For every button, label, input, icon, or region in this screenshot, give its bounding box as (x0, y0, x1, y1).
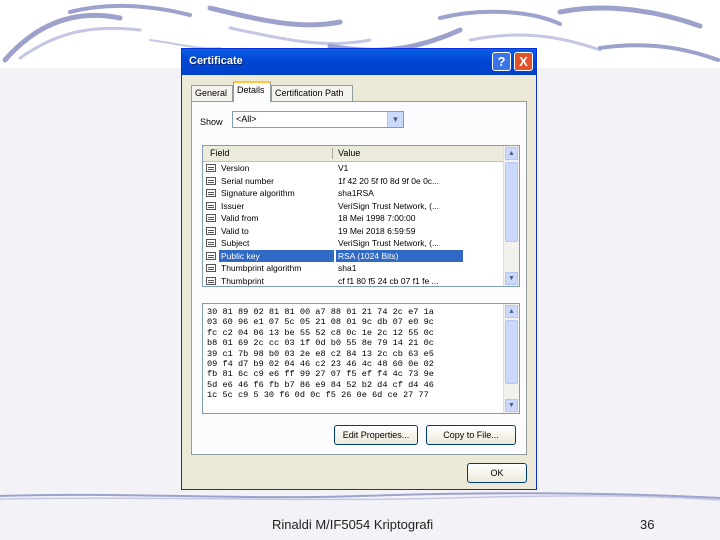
column-header-field[interactable]: Field (210, 147, 330, 160)
field-name: Subject (221, 238, 250, 248)
field-value: RSA (1024 Bits) (336, 249, 463, 262)
list-item[interactable]: Thumbprint cf f1 80 f5 24 cb 07 f1 fe ..… (203, 275, 505, 287)
list-item[interactable]: Issuer VeriSign Trust Network, (... (203, 200, 505, 213)
field-value: 18 Mei 1998 7:00:00 (338, 213, 416, 223)
help-button[interactable]: ? (492, 52, 511, 71)
list-item[interactable]: Valid from 18 Mei 1998 7:00:00 (203, 212, 505, 225)
list-item-selected[interactable]: Public key RSA (1024 Bits) (203, 249, 505, 262)
field-value: VeriSign Trust Network, (... (338, 238, 440, 248)
certificate-field-icon (206, 201, 216, 210)
close-icon: X (519, 54, 528, 69)
column-divider[interactable] (332, 148, 333, 159)
detail-scrollbar[interactable]: ▲ ▼ (503, 304, 519, 413)
hex-line: fc c2 04 06 13 be 55 52 c8 0c 1e 2c 12 5… (207, 327, 434, 338)
close-button[interactable]: X (514, 52, 533, 71)
hex-dump: 30 81 89 02 81 81 00 a7 88 01 21 74 2c e… (207, 307, 434, 401)
certificate-field-icon (206, 226, 216, 235)
hex-line: 03 60 96 e1 07 5c 05 21 08 01 9c db 07 e… (207, 317, 434, 328)
hex-line: b8 01 69 2c cc 03 1f 0d b0 55 8e 79 14 2… (207, 338, 434, 349)
properties-field-icon (206, 264, 216, 272)
field-name: Valid to (221, 225, 249, 236)
copy-to-file-button[interactable]: Copy to File... (426, 425, 516, 445)
field-value: VeriSign Trust Network, (... (338, 200, 440, 211)
chevron-down-icon[interactable]: ▼ (387, 112, 403, 127)
field-list[interactable]: Field Value Version V1 Serial number 1f … (202, 145, 520, 287)
field-name: Serial number (221, 175, 274, 186)
bottom-wave-rule (0, 492, 720, 501)
show-dropdown-value: <All> (236, 114, 257, 124)
certificate-field-icon (206, 164, 216, 172)
scroll-down-icon[interactable]: ▼ (505, 272, 518, 285)
tab-certification-path[interactable]: Certification Path (271, 85, 353, 101)
certificate-field-icon (206, 239, 216, 247)
list-item[interactable]: Serial number 1f 42 20 5f f0 8d 9f 0e 0c… (203, 175, 505, 188)
list-rows: Version V1 Serial number 1f 42 20 5f f0 … (203, 162, 505, 287)
scroll-thumb[interactable] (505, 162, 518, 242)
hex-line: 30 81 89 02 81 81 00 a7 88 01 21 74 2c e… (207, 307, 434, 317)
field-value: V1 (338, 163, 349, 173)
title-bar[interactable]: Certificate ? X (182, 49, 536, 75)
hex-line: 39 c1 7b 98 b0 03 2e e8 c2 84 13 2c cb 6… (207, 348, 434, 359)
ok-button[interactable]: OK (467, 463, 527, 483)
certificate-field-icon (206, 251, 216, 260)
field-name: Issuer (221, 200, 245, 211)
tab-details[interactable]: Details (233, 81, 271, 102)
scroll-down-icon[interactable]: ▼ (505, 399, 518, 412)
hex-line: fb 81 6c c9 e6 ff 99 27 07 f5 ef f4 4c 7… (207, 369, 434, 380)
field-value: 19 Mei 2018 6:59:59 (338, 225, 416, 236)
scroll-up-icon[interactable]: ▲ (505, 147, 518, 160)
field-name: Version (221, 163, 250, 173)
field-name: Public key (219, 249, 334, 262)
field-name: Thumbprint algorithm (221, 263, 302, 273)
field-name: Signature algorithm (221, 188, 295, 198)
list-item[interactable]: Valid to 19 Mei 2018 6:59:59 (203, 225, 505, 238)
page-number: 36 (640, 517, 655, 532)
certificate-field-icon (206, 189, 216, 197)
field-detail-textbox[interactable]: 30 81 89 02 81 81 00 a7 88 01 21 74 2c e… (202, 303, 520, 414)
field-name: Valid from (221, 213, 259, 223)
list-item[interactable]: Signature algorithm sha1RSA (203, 187, 505, 200)
list-item[interactable]: Subject VeriSign Trust Network, (... (203, 237, 505, 250)
tab-general[interactable]: General (191, 85, 233, 101)
certificate-field-icon (206, 176, 216, 185)
field-value: sha1RSA (338, 188, 374, 198)
field-name: Thumbprint (221, 275, 264, 286)
certificate-dialog: Certificate ? X General Details Certific… (181, 48, 537, 490)
slide-footer: Rinaldi M/IF5054 Kriptografi (272, 517, 434, 532)
field-value: cf f1 80 f5 24 cb 07 f1 fe ... (338, 275, 439, 286)
list-item[interactable]: Thumbprint algorithm sha1 (203, 262, 505, 275)
field-value: 1f 42 20 5f f0 8d 9f 0e 0c... (338, 175, 440, 186)
edit-properties-button[interactable]: Edit Properties... (334, 425, 418, 445)
field-value: sha1 (338, 263, 357, 273)
certificate-field-icon (206, 214, 216, 222)
hex-line: 1c 5c c9 5 30 f6 0d 0c f5 26 0e 6d ce 27… (207, 390, 429, 401)
hex-line: 09 f4 d7 b9 02 04 46 c2 23 46 4c 48 60 0… (207, 359, 434, 370)
list-scrollbar[interactable]: ▲ ▼ (503, 146, 519, 286)
show-label: Show (200, 117, 223, 127)
scroll-thumb[interactable] (505, 320, 518, 384)
scroll-up-icon[interactable]: ▲ (505, 305, 518, 318)
dialog-title: Certificate (189, 55, 243, 67)
list-item[interactable]: Version V1 (203, 162, 505, 175)
hex-line: 5d e6 46 f6 fb b7 86 e9 84 52 b2 d4 cf d… (207, 379, 434, 390)
properties-field-icon (206, 276, 216, 285)
list-header: Field Value (203, 146, 505, 162)
column-header-value[interactable]: Value (338, 147, 360, 160)
help-icon: ? (497, 54, 506, 69)
show-dropdown[interactable]: <All> ▼ (232, 111, 404, 128)
